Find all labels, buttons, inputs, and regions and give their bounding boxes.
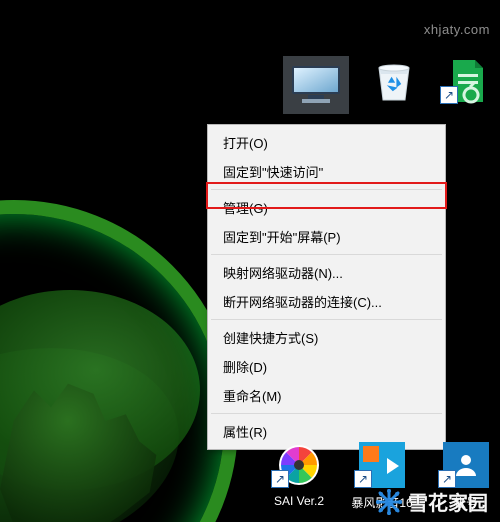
ctx-item-manage[interactable]: 管理(G) [209,193,444,222]
desktop-icon-label: SAI Ver.2 [263,494,335,508]
ctx-separator [211,254,442,255]
shortcut-overlay-icon: ↗ [440,86,458,104]
desktop-icon-this-pc[interactable] [283,56,355,114]
monitor-icon [290,64,342,106]
ctx-item-map-drive[interactable]: 映射网络驱动器(N)... [209,258,444,287]
ctx-separator [211,413,442,414]
ctx-separator [211,189,442,190]
ctx-item-open[interactable]: 打开(O) [209,128,444,157]
ctx-item-disconnect-drive[interactable]: 断开网络驱动器的连接(C)... [209,287,444,316]
ctx-item-delete[interactable]: 删除(D) [209,352,444,381]
shortcut-overlay-icon: ↗ [438,470,456,488]
ctx-item-rename[interactable]: 重命名(M) [209,381,444,410]
recycle-bin-icon [371,58,417,104]
desktop-icon-sai[interactable]: ↗ SAI Ver.2 [263,440,335,508]
ctx-separator [211,319,442,320]
watermark-url: xhjaty.com [424,22,490,37]
screenshot-canvas: xhjaty.com [0,0,500,522]
ctx-item-create-shortcut[interactable]: 创建快捷方式(S) [209,323,444,352]
ctx-item-pin-start[interactable]: 固定到"开始"屏幕(P) [209,222,444,251]
desktop-icon-green-doc[interactable]: ↗ [432,56,500,106]
shortcut-overlay-icon: ↗ [271,470,289,488]
watermark-logo: 雪花家园 [376,487,488,516]
ctx-item-pin-quickaccess[interactable]: 固定到"快速访问" [209,157,444,186]
watermark-brand-text: 雪花家园 [408,487,488,516]
desktop-icon-recycle-bin[interactable] [358,56,430,106]
shortcut-overlay-icon: ↗ [354,470,372,488]
snowflake-icon [376,489,402,515]
context-menu: 打开(O) 固定到"快速访问" 管理(G) 固定到"开始"屏幕(P) 映射网络驱… [207,124,446,450]
